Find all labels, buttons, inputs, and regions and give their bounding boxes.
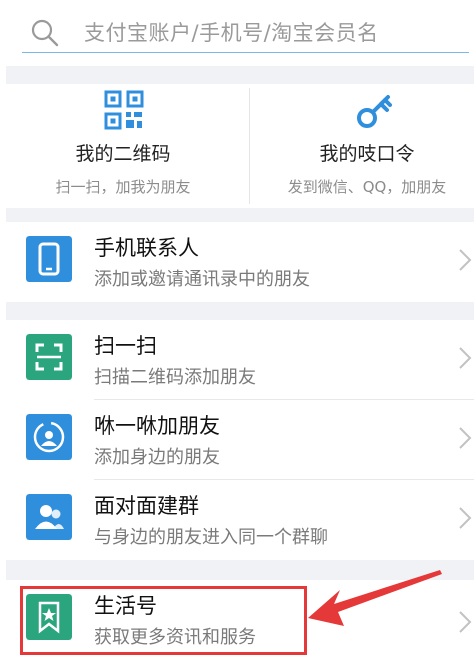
chevron-right-icon [459,427,472,449]
chevron-right-icon [459,507,472,529]
phone-icon [26,236,72,282]
section-gap [6,66,474,84]
scan-icon [26,334,72,380]
my-qrcode-button[interactable]: 我的二维码 扫一扫，加我为朋友 [6,84,240,208]
list-item-scan[interactable]: 扫一扫 扫描二维码添加朋友 [6,320,474,400]
quick-actions: 我的二维码 扫一扫，加我为朋友 我的吱口令 发到微信、QQ，加朋友 [6,84,474,208]
search-bar[interactable]: 支付宝账户/手机号/淘宝会员名 [0,0,474,66]
list-item-xiuyixiu[interactable]: 咻一咻加朋友 添加身边的朋友 [6,400,474,480]
list-item-subtitle: 扫描二维码添加朋友 [94,367,256,388]
list-item-phone-contacts[interactable]: 手机联系人 添加或邀请通讯录中的朋友 [6,222,474,302]
list-item-title: 面对面建群 [94,494,199,518]
search-underline [22,52,469,53]
list-item-face-to-face-group[interactable]: 面对面建群 与身边的朋友进入同一个群聊 [6,480,474,560]
section-gap [6,302,474,320]
chevron-right-icon [459,249,472,271]
list-item-subtitle: 与身边的朋友进入同一个群聊 [94,527,328,548]
list-item-subtitle: 添加身边的朋友 [94,447,220,468]
list-item-title: 咻一咻加朋友 [94,414,220,438]
radar-icon [26,414,72,460]
quick-subtitle: 扫一扫，加我为朋友 [55,178,191,196]
quick-title: 我的二维码 [75,143,171,165]
section-gap [6,208,474,222]
list-item-title: 手机联系人 [94,236,199,260]
qrcode-icon [104,90,144,130]
chevron-right-icon [459,611,472,633]
quick-subtitle: 发到微信、QQ，加朋友 [287,178,447,196]
group-icon [26,494,72,540]
list-item-subtitle: 添加或邀请通讯录中的朋友 [94,269,310,290]
search-input[interactable]: 支付宝账户/手机号/淘宝会员名 [84,17,379,47]
key-icon [357,95,392,128]
annotation-arrow-icon [308,570,442,626]
quick-title: 我的吱口令 [319,143,415,165]
search-icon [31,19,59,47]
list-item-title: 扫一扫 [94,334,157,358]
chevron-right-icon [459,347,472,369]
annotation-highlight-box [20,586,307,655]
my-zhikouling-button[interactable]: 我的吱口令 发到微信、QQ，加朋友 [250,84,474,208]
